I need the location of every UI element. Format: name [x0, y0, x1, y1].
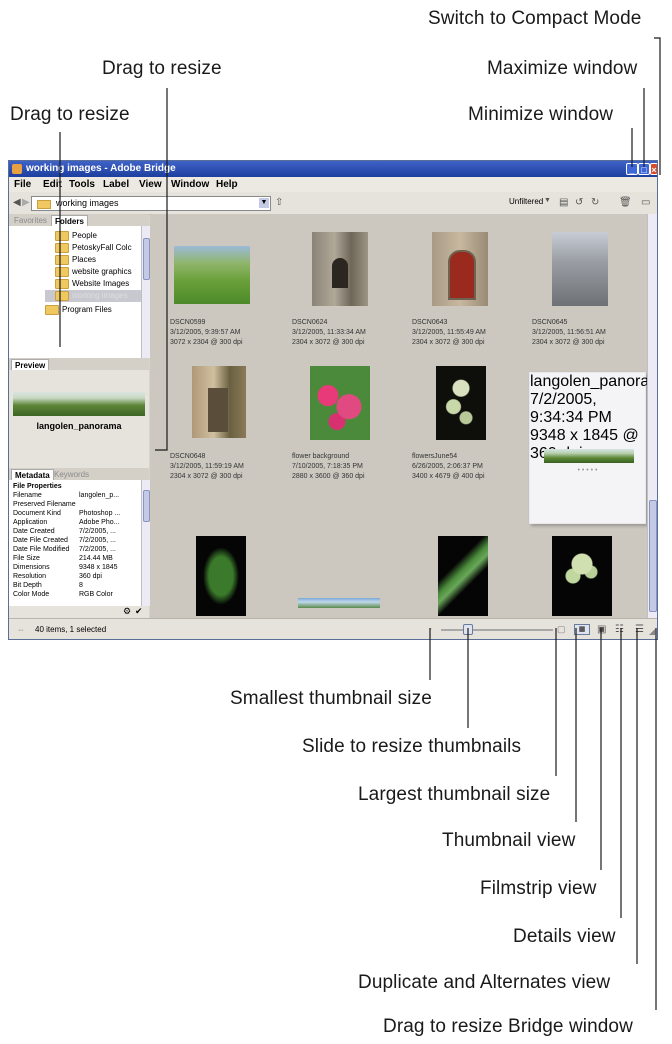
leader-lines [59, 37, 661, 1010]
